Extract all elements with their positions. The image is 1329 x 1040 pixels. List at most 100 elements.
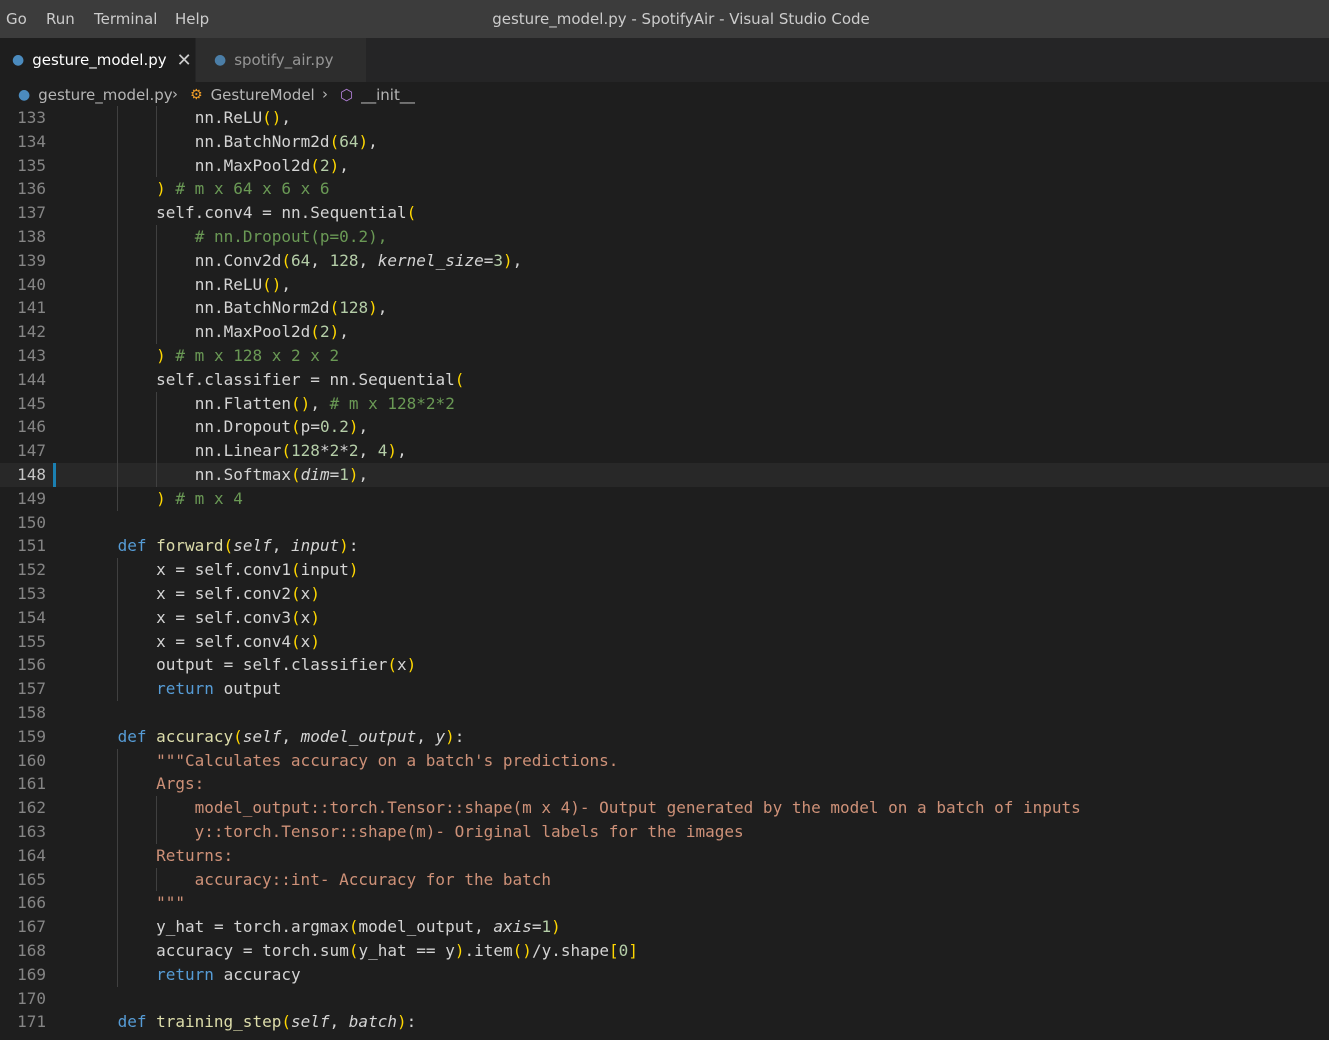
code-line[interactable]: 156 output = self.classifier(x)	[0, 653, 1329, 678]
code-line[interactable]: 170	[0, 987, 1329, 1011]
code-line[interactable]: 153 x = self.conv2(x)	[0, 582, 1329, 606]
close-icon[interactable]: ✕	[177, 50, 192, 71]
code-line[interactable]: 135 nn.MaxPool2d(2),	[0, 153, 1329, 178]
code-line[interactable]: 142 nn.MaxPool2d(2),	[0, 320, 1329, 344]
code-line[interactable]: 145 nn.Flatten(), # m x 128*2*2	[0, 391, 1329, 416]
chevron-right-icon: ›	[172, 85, 178, 103]
code-line[interactable]: 147 nn.Linear(128*2*2, 4),	[0, 439, 1329, 463]
line-number: 147	[17, 441, 46, 461]
code-line[interactable]: 161 Args:	[0, 772, 1329, 797]
python-file-icon: ●	[12, 52, 25, 68]
code-line[interactable]: 134 nn.BatchNorm2d(64),	[0, 129, 1329, 154]
code-line[interactable]: 140 nn.ReLU(),	[0, 272, 1329, 297]
code-text: x = self.conv3(x)	[156, 607, 320, 627]
code-text: return accuracy	[156, 964, 301, 984]
code-line[interactable]: 154 x = self.conv3(x)	[0, 605, 1329, 630]
code-text: nn.Softmax(dim=1),	[194, 465, 369, 484]
breadcrumb-method[interactable]: ⬡ __init__	[340, 86, 415, 104]
code-text: accuracy::int- Accuracy for the batch	[79, 869, 552, 889]
code-text: Args:	[79, 774, 205, 794]
line-number: 133	[17, 108, 46, 127]
breadcrumb-file[interactable]: ● gesture_model.py	[18, 86, 173, 104]
line-number: 143	[17, 346, 46, 365]
title-bar: Go Run Terminal Help gesture_model.py - …	[0, 0, 1329, 38]
code-text: model_output::torch.Tensor::shape(m x 4)…	[79, 798, 1081, 818]
line-number: 171	[17, 1012, 46, 1032]
tab-gesture-model[interactable]: ● gesture_model.py ✕	[0, 38, 195, 82]
code-text: self.conv4 = nn.Sequential(	[156, 203, 417, 223]
line-number: 146	[17, 417, 46, 437]
code-line[interactable]: 164 Returns:	[0, 843, 1329, 868]
code-text: """Calculates accuracy on a batch's pred…	[79, 750, 619, 770]
code-editor[interactable]: 133 nn.ReLU(), 134 nn.BatchNorm2d(64), 135…	[0, 106, 1329, 1040]
code-line[interactable]: 152 x = self.conv1(input)	[0, 558, 1329, 582]
python-file-icon: ●	[214, 52, 227, 68]
code-line[interactable]: 149 ) # m x 4	[0, 486, 1329, 511]
code-text: nn.BatchNorm2d(128),	[194, 298, 388, 318]
code-line[interactable]: 160 """Calculates accuracy on a batch's …	[0, 748, 1329, 773]
code-line[interactable]: 151 def forward(self, input):	[0, 534, 1329, 558]
code-line[interactable]: 169 return accuracy	[0, 962, 1329, 987]
code-line[interactable]: 162 model_output::torch.Tensor::shape(m …	[0, 796, 1329, 820]
code-line[interactable]: 143 ) # m x 128 x 2 x 2	[0, 344, 1329, 368]
code-line[interactable]: 150	[0, 511, 1329, 535]
code-line[interactable]: 138 # nn.Dropout(p=0.2),	[0, 225, 1329, 249]
line-number: 145	[17, 393, 46, 413]
code-line[interactable]: 155 x = self.conv4(x)	[0, 629, 1329, 654]
code-text: return output	[156, 679, 282, 699]
line-number: 155	[17, 631, 46, 651]
code-line[interactable]: 165 accuracy::int- Accuracy for the batc…	[0, 867, 1329, 892]
code-text: nn.ReLU(),	[194, 108, 292, 127]
code-line[interactable]: 146 nn.Dropout(p=0.2),	[0, 415, 1329, 440]
code-line[interactable]: 167 y_hat = torch.argmax(model_output, a…	[0, 915, 1329, 939]
line-number: 139	[17, 250, 46, 270]
code-line[interactable]: 137 self.conv4 = nn.Sequential(	[0, 201, 1329, 225]
code-text: def accuracy(self, model_output, y):	[117, 726, 465, 746]
code-line[interactable]: 144 self.classifier = nn.Sequential(	[0, 367, 1329, 392]
editor-tab-bar: ● gesture_model.py ✕ ● spotify_air.py	[0, 38, 1329, 82]
code-line[interactable]: 171 def training_step(self, batch):	[0, 1010, 1329, 1034]
code-text: nn.Linear(128*2*2, 4),	[194, 441, 407, 461]
code-text: ) # m x 128 x 2 x 2	[156, 346, 340, 365]
line-number: 135	[17, 155, 46, 175]
code-text: def forward(self, input):	[117, 536, 359, 556]
code-line[interactable]: 148 nn.Softmax(dim=1),	[0, 463, 1329, 487]
line-number: 137	[17, 203, 46, 223]
tab-spotify-air[interactable]: ● spotify_air.py	[196, 38, 366, 82]
code-line[interactable]: 163 y::torch.Tensor::shape(m)- Original …	[0, 820, 1329, 844]
line-number: 163	[17, 822, 46, 841]
code-line[interactable]: 166 """	[0, 891, 1329, 916]
code-text: y_hat = torch.argmax(model_output, axis=…	[156, 917, 561, 937]
code-line[interactable]: 157 return output	[0, 677, 1329, 701]
line-number: 152	[17, 560, 46, 580]
breadcrumb-class[interactable]: ⚙ GestureModel	[190, 86, 315, 104]
line-number: 161	[17, 774, 46, 794]
line-number: 166	[17, 893, 46, 913]
line-number: 159	[17, 726, 46, 746]
breadcrumb-class-label: GestureModel	[210, 86, 315, 104]
method-cube-icon: ⬡	[340, 86, 354, 104]
line-number: 154	[17, 607, 46, 627]
chevron-right-icon: ›	[322, 85, 328, 103]
code-line[interactable]: 159 def accuracy(self, model_output, y):	[0, 725, 1329, 749]
code-text: """	[79, 893, 185, 913]
code-text: nn.Dropout(p=0.2),	[194, 417, 369, 437]
line-number: 164	[17, 845, 46, 865]
code-text: nn.ReLU(),	[194, 274, 292, 294]
code-line[interactable]: 136 ) # m x 64 x 6 x 6	[0, 177, 1329, 202]
code-line[interactable]: 168 accuracy = torch.sum(y_hat == y).ite…	[0, 939, 1329, 963]
tab-label: gesture_model.py	[32, 51, 167, 69]
line-number: 165	[17, 869, 46, 889]
window-title: gesture_model.py - SpotifyAir - Visual S…	[492, 10, 870, 28]
line-number: 140	[17, 274, 46, 294]
code-line[interactable]: 141 nn.BatchNorm2d(128),	[0, 296, 1329, 321]
code-line[interactable]: 133 nn.ReLU(),	[0, 106, 1329, 130]
line-number: 156	[17, 655, 46, 675]
line-number: 150	[17, 512, 46, 532]
breadcrumb-method-label: __init__	[361, 86, 415, 104]
code-text: nn.Conv2d(64, 128, kernel_size=3),	[194, 250, 523, 270]
line-number: 138	[17, 227, 46, 246]
code-line[interactable]: 158	[0, 701, 1329, 725]
code-line[interactable]: 139 nn.Conv2d(64, 128, kernel_size=3),	[0, 248, 1329, 273]
code-text: ) # m x 64 x 6 x 6	[156, 179, 330, 199]
